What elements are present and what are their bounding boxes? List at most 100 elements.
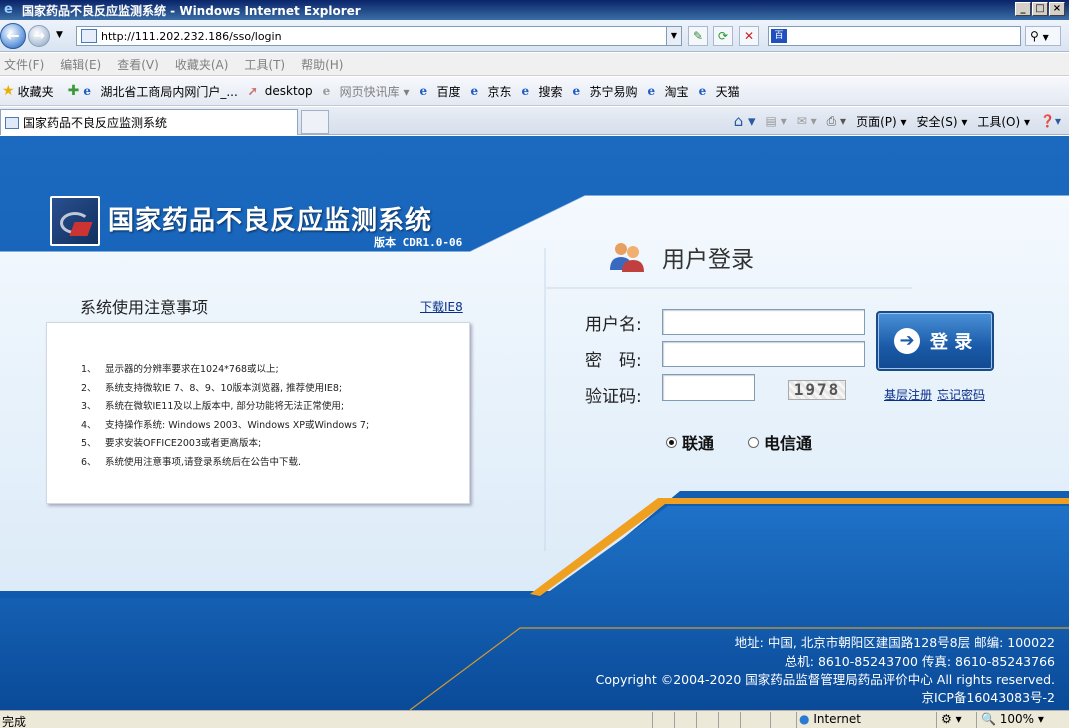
search-button[interactable]: ⚲ ▼ (1025, 26, 1061, 46)
window-title: 国家药品不良反应监测系统 - Windows Internet Explorer (22, 3, 361, 18)
menu-tools[interactable]: 工具(T) (244, 56, 285, 73)
radio-unicom[interactable]: 联通 (666, 430, 714, 454)
close-button[interactable]: × (1049, 2, 1065, 16)
tab-active[interactable]: 国家药品不良反应监测系统 (0, 109, 298, 135)
captcha-input[interactable] (662, 374, 755, 401)
fav-item-hubei[interactable]: e 湖北省工商局内网门户_... (83, 83, 237, 100)
home-icon[interactable]: ⌂ ▾ (734, 112, 756, 130)
forward-button[interactable]: → (28, 25, 50, 47)
status-segment (770, 712, 794, 728)
protected-mode-icon[interactable]: ⚙ ▾ (936, 712, 974, 728)
help-icon[interactable]: ❓▾ (1040, 114, 1061, 128)
compat-view-icon[interactable]: ✎ (688, 26, 708, 46)
tab-title: 国家药品不良反应监测系统 (23, 116, 168, 130)
fav-label: 苏宁易购 (589, 84, 638, 99)
page-content: 国家药品不良反应监测系统 版本 CDR1.0-06 系统使用注意事项 下载IE8… (0, 136, 1069, 710)
back-button[interactable]: ← (0, 23, 26, 49)
refresh-icon[interactable]: ⟳ (713, 26, 733, 46)
fav-item-tmall[interactable]: e 天猫 (699, 83, 740, 100)
menu-edit[interactable]: 编辑(E) (60, 56, 101, 73)
menu-view[interactable]: 查看(V) (117, 56, 159, 73)
status-segment (674, 712, 694, 728)
new-tab-button[interactable] (301, 110, 329, 134)
radio-label: 联通 (682, 434, 715, 453)
favorites-button[interactable]: ★ 收藏夹 (2, 83, 54, 100)
captcha-image[interactable]: 1978 (788, 380, 846, 400)
menu-file[interactable]: 文件(F) (4, 56, 44, 73)
users-icon (610, 243, 644, 272)
search-input[interactable]: 百 (768, 26, 1021, 46)
captcha-label: 验证码: (585, 387, 642, 407)
page-icon (81, 29, 97, 43)
register-link[interactable]: 基层注册 (884, 386, 932, 403)
history-dropdown-icon[interactable]: ▼ (56, 30, 63, 40)
forgot-password-link[interactable]: 忘记密码 (937, 386, 985, 403)
logo (50, 196, 100, 246)
fav-item-webslice[interactable]: e 网页快讯库 ▾ (323, 83, 410, 100)
status-segment (740, 712, 768, 728)
fav-item-jd[interactable]: e 京东 (471, 83, 512, 100)
ie-page-icon: e (521, 84, 530, 98)
stop-icon[interactable]: ✕ (739, 26, 759, 46)
username-input[interactable] (662, 309, 865, 335)
fav-label: 淘宝 (664, 84, 689, 99)
mail-icon[interactable]: ✉ ▾ (797, 114, 817, 128)
menu-help[interactable]: 帮助(H) (301, 56, 343, 73)
radio-telecom[interactable]: 电信通 (748, 430, 812, 454)
fav-item-baidu[interactable]: e 百度 (419, 83, 460, 100)
maximize-button[interactable]: □ (1032, 2, 1048, 16)
ie-page-icon: e (470, 84, 479, 98)
fav-item-search[interactable]: e 搜索 (522, 83, 563, 100)
notice-item: 1、 显示器的分辨率要求在1024*768或以上; (81, 364, 279, 375)
notice-item: 5、 要求安装OFFICE2003或者更高版本; (81, 438, 262, 449)
menu-favorites[interactable]: 收藏夹(A) (175, 56, 229, 73)
ie-logo-icon: e (4, 2, 13, 17)
radio-unchecked-icon[interactable] (748, 436, 759, 448)
ie-page-icon: e (419, 84, 428, 98)
favorites-label: 收藏夹 (17, 84, 54, 99)
zoom-icon: 🔍 (981, 712, 996, 726)
radio-checked-icon[interactable] (666, 436, 677, 448)
fav-item-taobao[interactable]: e 淘宝 (648, 83, 689, 100)
arrow-right-icon: ➔ (894, 328, 920, 354)
url-text: http://111.202.232.186/sso/login (101, 29, 282, 43)
fav-item-desktop[interactable]: ➚ desktop (248, 84, 313, 98)
tools-menu[interactable]: 工具(O) ▾ (977, 113, 1030, 130)
fav-label: 搜索 (538, 84, 563, 99)
address-dropdown-icon[interactable]: ▼ (666, 27, 681, 45)
ie-page-icon: e (83, 84, 91, 98)
fav-label: desktop (264, 84, 313, 98)
add-favorite-icon[interactable]: ✚ (68, 83, 80, 99)
footer-address: 地址: 中国, 北京市朝阳区建国路128号8层 邮编: 100022 (734, 635, 1055, 650)
ie-page-icon: e (698, 84, 707, 98)
ie-page-icon: e (572, 84, 581, 98)
safety-menu[interactable]: 安全(S) ▾ (917, 113, 968, 130)
page-menu[interactable]: 页面(P) ▾ (856, 113, 906, 130)
ie-page-icon: e (647, 84, 656, 98)
address-bar[interactable]: http://111.202.232.186/sso/login ▼ (76, 26, 682, 46)
navigation-bar: ← → ▼ http://111.202.232.186/sso/login ▼… (0, 20, 1069, 52)
print-icon[interactable]: ⎙ ▾ (827, 114, 846, 129)
tab-bar: 国家药品不良反应监测系统 ⌂ ▾ ▤ ▾ ✉ ▾ ⎙ ▾ 页面(P) ▾ 安全(… (0, 107, 1069, 135)
fav-item-suning[interactable]: e 苏宁易购 (573, 83, 638, 100)
status-segment (696, 712, 716, 728)
password-label: 密 码: (585, 351, 642, 371)
baidu-paw-icon: 百 (771, 29, 787, 43)
title-bar: e 国家药品不良反应监测系统 - Windows Internet Explor… (0, 0, 1069, 20)
fav-label: 天猫 (715, 84, 740, 99)
command-bar: ⌂ ▾ ▤ ▾ ✉ ▾ ⎙ ▾ 页面(P) ▾ 安全(S) ▾ 工具(O) ▾ … (724, 112, 1061, 130)
browser-window: e 国家药品不良反应监测系统 - Windows Internet Explor… (0, 0, 1069, 728)
minimize-button[interactable]: _ (1015, 2, 1031, 16)
login-button[interactable]: ➔ 登 录 (876, 311, 994, 371)
download-ie8-link[interactable]: 下载IE8 (420, 298, 463, 315)
zoom-control[interactable]: 🔍 100% ▾ (976, 712, 1069, 728)
zone-indicator[interactable]: ● Internet (796, 712, 932, 728)
search-dropdown-icon[interactable]: ▼ (1043, 33, 1049, 42)
feeds-icon[interactable]: ▤ ▾ (766, 114, 787, 128)
footer-copyright: Copyright ©2004-2020 国家药品监督管理局药品评价中心 All… (595, 672, 1055, 687)
status-text: 完成 (2, 715, 27, 728)
notice-item: 4、 支持操作系统: Windows 2003、Windows XP或Window… (81, 419, 370, 431)
password-input[interactable] (662, 341, 865, 367)
status-bar: 完成 ● Internet ⚙ ▾ 🔍 100% ▾ (0, 710, 1069, 728)
zone-label: Internet (813, 712, 861, 726)
